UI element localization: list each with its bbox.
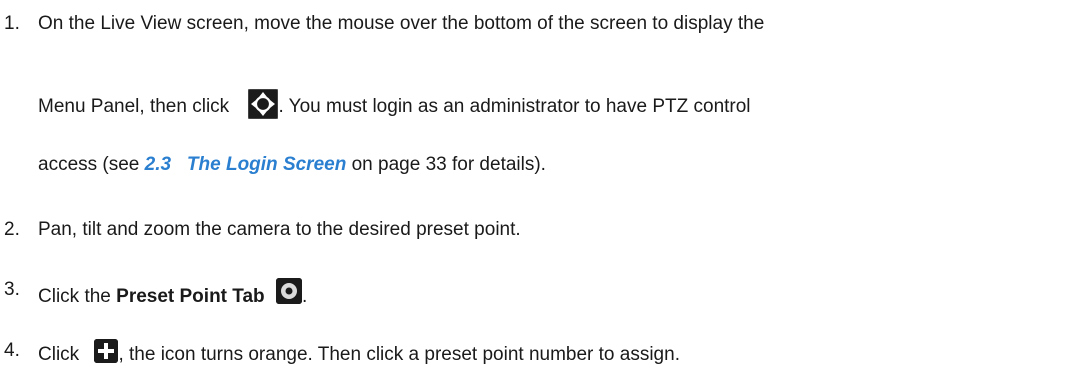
step-number: 3. [4, 279, 20, 300]
step-text: Click the Preset Point Tab . [38, 278, 307, 309]
step-text-after: . [301, 286, 308, 307]
ptz-move-icon [248, 89, 279, 119]
login-screen-link[interactable]: 2.3 The Login Screen [145, 154, 347, 175]
step-text: Pan, tilt and zoom the camera to the des… [38, 219, 521, 240]
step-text-after-link: on page 33 for details). [346, 154, 546, 175]
step-text-before: Click [38, 344, 80, 365]
step-text-before-icon: Menu Panel, then click [38, 96, 230, 117]
step-number: 1. [4, 13, 20, 34]
step-number: 2. [4, 219, 20, 240]
step-text: On the Live View screen, move the mouse … [38, 13, 765, 34]
step-text-after: , the icon turns orange. Then click a pr… [118, 344, 680, 365]
step-text-before: Click the [38, 286, 117, 307]
step-text-line: access (see 2.3 The Login Screen on page… [38, 153, 546, 177]
step-text-line: Menu Panel, then click . You must login … [38, 89, 751, 119]
step-number: 4. [4, 340, 20, 361]
step-text-before-link: access (see [38, 154, 145, 175]
plus-icon [94, 339, 119, 363]
step-text: Click , the icon turns orange. Then clic… [38, 339, 680, 367]
step-text-after-icon: . You must login as an administrator to … [278, 96, 751, 117]
preset-point-tab-label: Preset Point Tab [116, 286, 265, 307]
preset-point-icon [275, 278, 302, 304]
